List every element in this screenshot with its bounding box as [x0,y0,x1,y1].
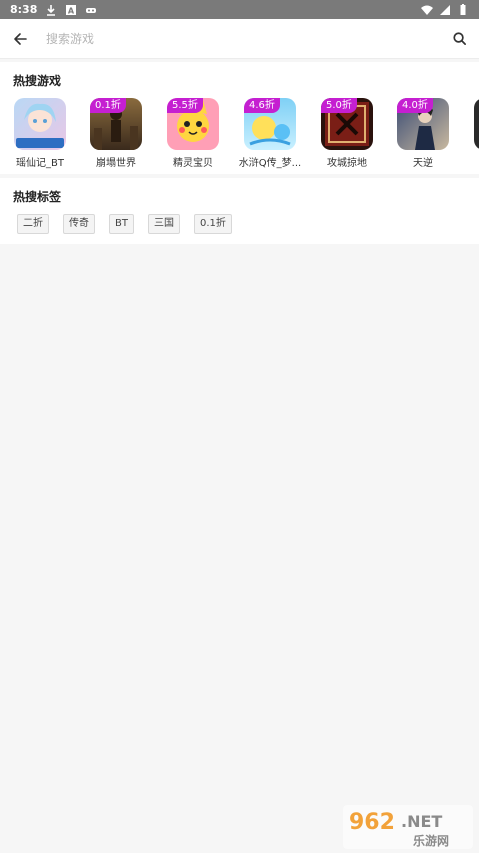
tag-item[interactable]: 二折 [17,214,49,234]
game-card-shuihuq[interactable]: 4.6折 水浒Q传_梦... [232,98,308,170]
game-icon: 4.6折 [244,98,296,150]
game-name: 精灵宝贝 [173,158,213,169]
discount-badge: 5.0折 [321,98,357,113]
discount-badge: 4.0折 [397,98,433,113]
search-icon [452,32,466,45]
game-card-tianni[interactable]: 4.0折 天逆 [385,98,461,170]
tag-item[interactable]: 三国 [147,214,180,234]
game-name: 攻城掠地 [327,158,367,169]
game-controller-icon [86,7,97,13]
status-time: 8:38 [10,3,38,16]
game-card-gongchenglvedi[interactable]: 5.0折 攻城掠地 [309,98,385,170]
game-name: 崩塌世界 [96,158,136,169]
search-header [0,19,479,59]
game-card-jinglingbaobei[interactable]: 5.5折 精灵宝贝 [155,98,231,170]
discount-badge: 0.1折 [90,98,126,113]
game-card-bengta[interactable]: 0.1折 崩塌世界 [78,98,154,170]
svg-text:A: A [68,6,75,15]
discount-badge: 4.6折 [244,98,280,113]
hot-tags-list: 二折 传奇 BT 三国 0.1折 [17,214,232,234]
tag-item[interactable]: 0.1折 [193,214,232,234]
svg-text:.NET: .NET [401,812,442,831]
svg-text:乐游网: 乐游网 [413,833,449,848]
arrow-left-icon [14,32,27,45]
game-icon: 5.0折 [321,98,373,150]
tag-item[interactable]: BT [109,214,134,234]
game-name: 天逆 [413,158,433,169]
site-watermark-logo: 962 .NET 乐游网 [343,805,473,849]
status-bar: 8:38 A [0,0,479,19]
game-name: 瑶仙记_BT [16,158,64,169]
game-card-yaoxianji[interactable]: 瑶仙记_BT [2,98,78,170]
search-input[interactable] [40,23,439,54]
discount-badge: 5.5折 [167,98,203,113]
search-button[interactable] [439,19,479,59]
tag-item[interactable]: 传奇 [63,214,95,234]
signal-icon [440,4,450,15]
hot-tags-title: 热搜标签 [13,190,62,204]
hot-tags-section: 热搜标签 二折 传奇 BT 三国 0.1折 [0,178,479,244]
battery-icon [460,3,466,15]
game-icon [14,98,66,150]
game-icon [474,98,479,150]
game-card-partial[interactable] [462,98,479,170]
svg-text:962: 962 [349,810,395,835]
hot-games-list: 瑶仙记_BT 0.1折 崩塌世界 5.5折 精灵宝贝 4.6折 水浒Q传_梦..… [0,98,479,172]
hot-games-title: 热搜游戏 [13,74,62,88]
game-icon: 4.0折 [397,98,449,150]
download-icon [47,4,56,16]
wifi-icon [421,5,433,15]
notification-a-icon: A [66,4,77,15]
back-button[interactable] [0,19,40,59]
hot-games-section: 热搜游戏 瑶仙记_BT 0.1折 崩塌世界 5.5折 精灵宝贝 4.6折 水浒Q… [0,62,479,174]
game-icon: 5.5折 [167,98,219,150]
game-icon: 0.1折 [90,98,142,150]
game-name: 水浒Q传_梦... [238,158,302,169]
